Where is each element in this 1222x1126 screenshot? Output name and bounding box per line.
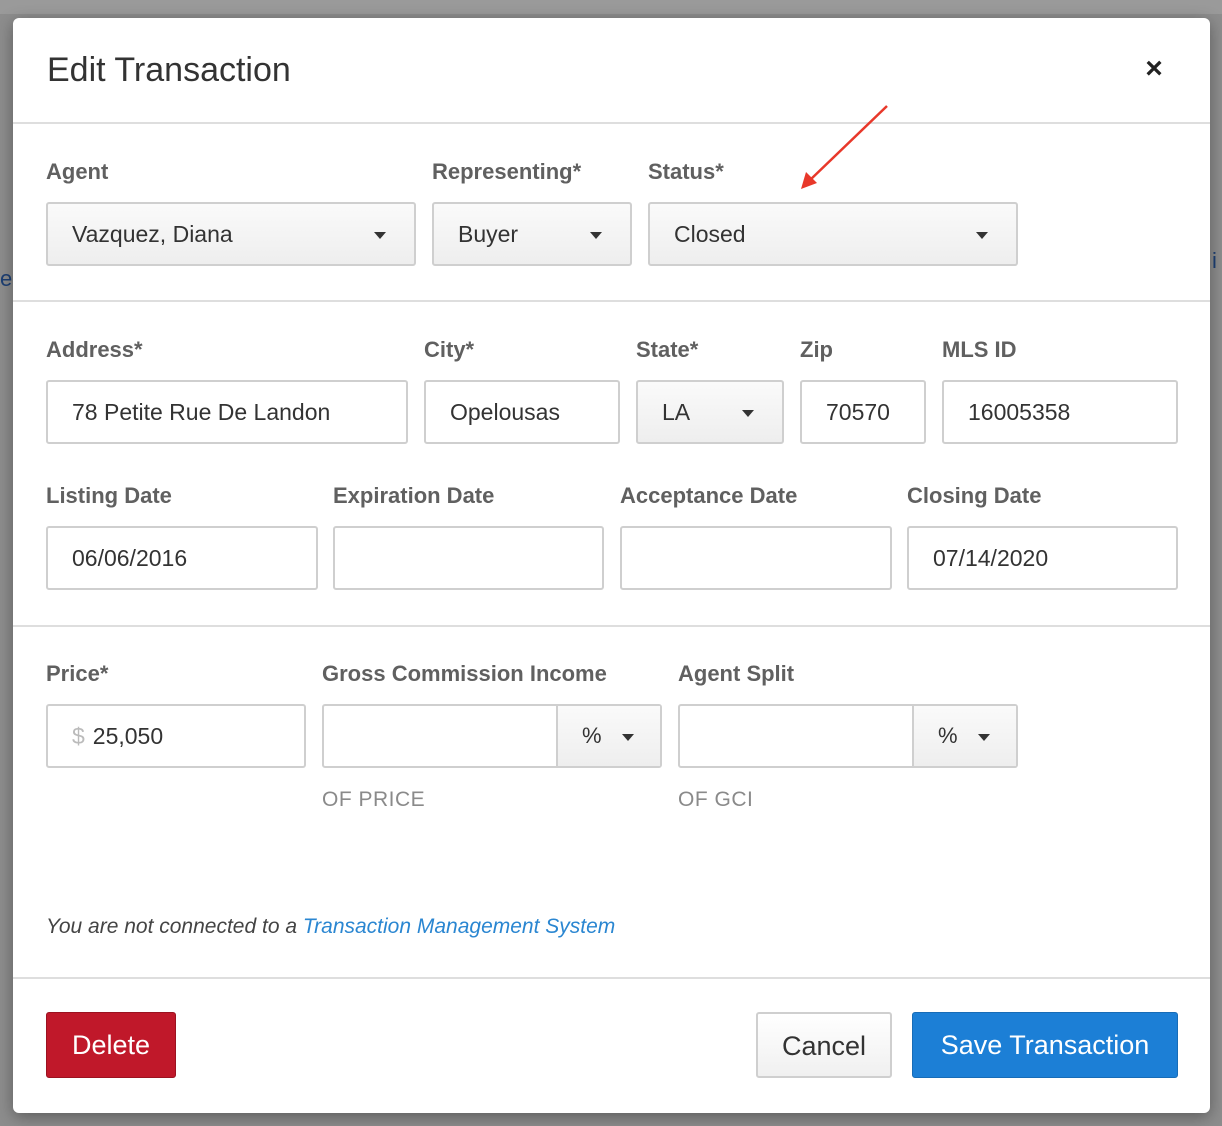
price-value: 25,050 [92,723,164,749]
agent-split-unit-select[interactable]: % [912,706,1016,766]
acceptance-date-label: Acceptance Date [620,483,798,508]
modal-title: Edit Transaction [47,51,291,89]
state-label: State* [636,337,699,362]
gci-input-group: % [322,704,662,768]
zip-input[interactable]: 70570 [800,380,926,444]
status-select-value: Closed [674,221,746,247]
status-select[interactable]: Closed [648,202,1018,266]
background-page [0,0,1222,14]
dollar-icon: $ [72,723,85,749]
chevron-down-icon [976,232,988,239]
agent-split-helper-text: OF GCI [678,788,754,811]
status-label: Status* [648,159,724,184]
representing-select[interactable]: Buyer [432,202,632,266]
agent-select-value: Vazquez, Diana [72,221,233,247]
price-input[interactable]: $25,050 [46,704,306,768]
zip-label: Zip [800,337,833,362]
address-input[interactable]: 78 Petite Rue De Landon [46,380,408,444]
agent-select[interactable]: Vazquez, Diana [46,202,416,266]
representing-label: Representing* [432,159,582,184]
chevron-down-icon [978,734,990,741]
state-select-value: LA [662,399,691,425]
expiration-date-label: Expiration Date [333,483,495,508]
save-transaction-button[interactable]: Save Transaction [912,1012,1178,1078]
state-select[interactable]: LA [636,380,784,444]
city-input[interactable]: Opelousas [424,380,620,444]
close-icon[interactable]: × [1141,54,1167,84]
cancel-button[interactable]: Cancel [756,1012,892,1078]
footer-divider [13,977,1210,979]
section-divider [13,300,1210,302]
mls-id-label: MLS ID [942,337,1017,362]
agent-split-label: Agent Split [678,661,795,686]
chevron-down-icon [374,232,386,239]
background-text-fragment: i [1212,248,1217,273]
closing-date-input[interactable]: 07/14/2020 [907,526,1178,590]
agent-label: Agent [46,159,109,184]
listing-date-label: Listing Date [46,483,172,508]
closing-date-label: Closing Date [907,483,1042,508]
gci-input[interactable] [324,706,556,766]
gci-helper-text: OF PRICE [322,788,426,811]
listing-date-input[interactable]: 06/06/2016 [46,526,318,590]
edit-transaction-modal: Edit Transaction × Agent Vazquez, Diana … [13,18,1210,1113]
annotation-arrow-icon [801,105,888,189]
tms-link[interactable]: Transaction Management System [303,915,615,938]
background-text-fragment: e [0,266,13,291]
price-label: Price* [46,661,109,686]
chevron-down-icon [590,232,602,239]
gci-unit-value: % [582,723,602,748]
tms-note-text: You are not connected to a [46,915,303,938]
mls-id-input[interactable]: 16005358 [942,380,1178,444]
acceptance-date-input[interactable] [620,526,892,590]
gci-unit-select[interactable]: % [556,706,660,766]
city-label: City* [424,337,475,362]
tms-connection-note: You are not connected to a Transaction M… [46,915,615,939]
agent-split-input-group: % [678,704,1018,768]
section-divider [13,625,1210,627]
address-label: Address* [46,337,143,362]
modal-header: Edit Transaction × [13,18,1210,124]
chevron-down-icon [742,410,754,417]
gci-label: Gross Commission Income [322,661,607,686]
expiration-date-input[interactable] [333,526,604,590]
delete-button[interactable]: Delete [46,1012,176,1078]
agent-split-unit-value: % [938,723,958,748]
agent-split-input[interactable] [680,706,912,766]
representing-select-value: Buyer [458,221,519,247]
chevron-down-icon [622,734,634,741]
